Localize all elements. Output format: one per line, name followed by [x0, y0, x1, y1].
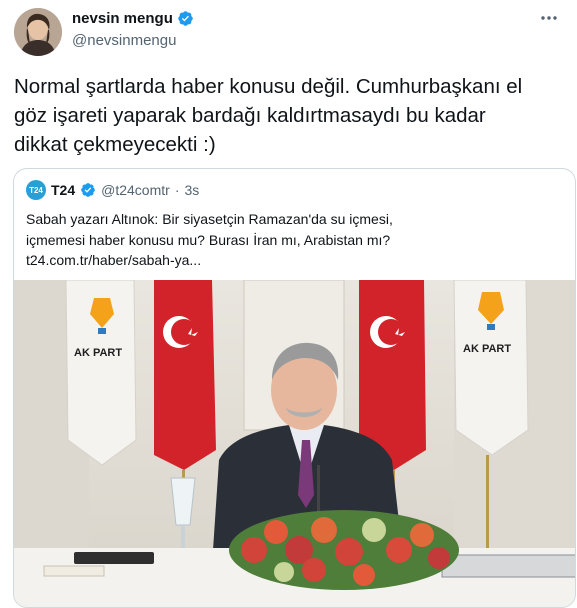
right-banner-text: AK PART: [463, 343, 511, 355]
author-name-row[interactable]: nevsin mengu: [72, 10, 194, 27]
avatar[interactable]: [14, 8, 62, 56]
books: [441, 554, 575, 578]
author-handle[interactable]: @nevsinmengu: [72, 32, 176, 49]
more-options-icon: [541, 16, 557, 20]
papers: [43, 565, 105, 577]
quoted-tweet-text: Sabah yazarı Altınok: Bir siyasetçin Ram…: [26, 211, 393, 268]
left-banner-text: AK PART: [74, 347, 122, 359]
separator-dot: ·: [174, 182, 180, 198]
author-name[interactable]: nevsin mengu: [72, 10, 173, 27]
quoted-tweet-card[interactable]: T24 T24 @t24comtr · 3s Sabah yazarı Altı…: [13, 168, 576, 608]
quoted-timestamp[interactable]: 3s: [184, 182, 199, 198]
t24-logo-icon: T24: [26, 180, 46, 200]
more-options-button[interactable]: [539, 8, 559, 33]
verified-badge-icon: [81, 183, 95, 197]
tweet-text: Normal şartlarda haber konusu değil. Cum…: [14, 75, 523, 156]
quoted-author-handle[interactable]: @t24comtr: [101, 182, 170, 198]
quoted-tweet-header: T24 T24 @t24comtr · 3s: [26, 180, 199, 200]
table-device: [74, 552, 154, 564]
verified-badge-icon: [178, 11, 193, 26]
quoted-author-name[interactable]: T24: [51, 182, 75, 198]
quoted-tweet-photo[interactable]: AK PART AK PART: [14, 280, 576, 608]
flower-arrangement: [229, 510, 459, 590]
left-party-banner: AK PART: [65, 280, 137, 466]
profile-photo-icon: [14, 8, 62, 56]
